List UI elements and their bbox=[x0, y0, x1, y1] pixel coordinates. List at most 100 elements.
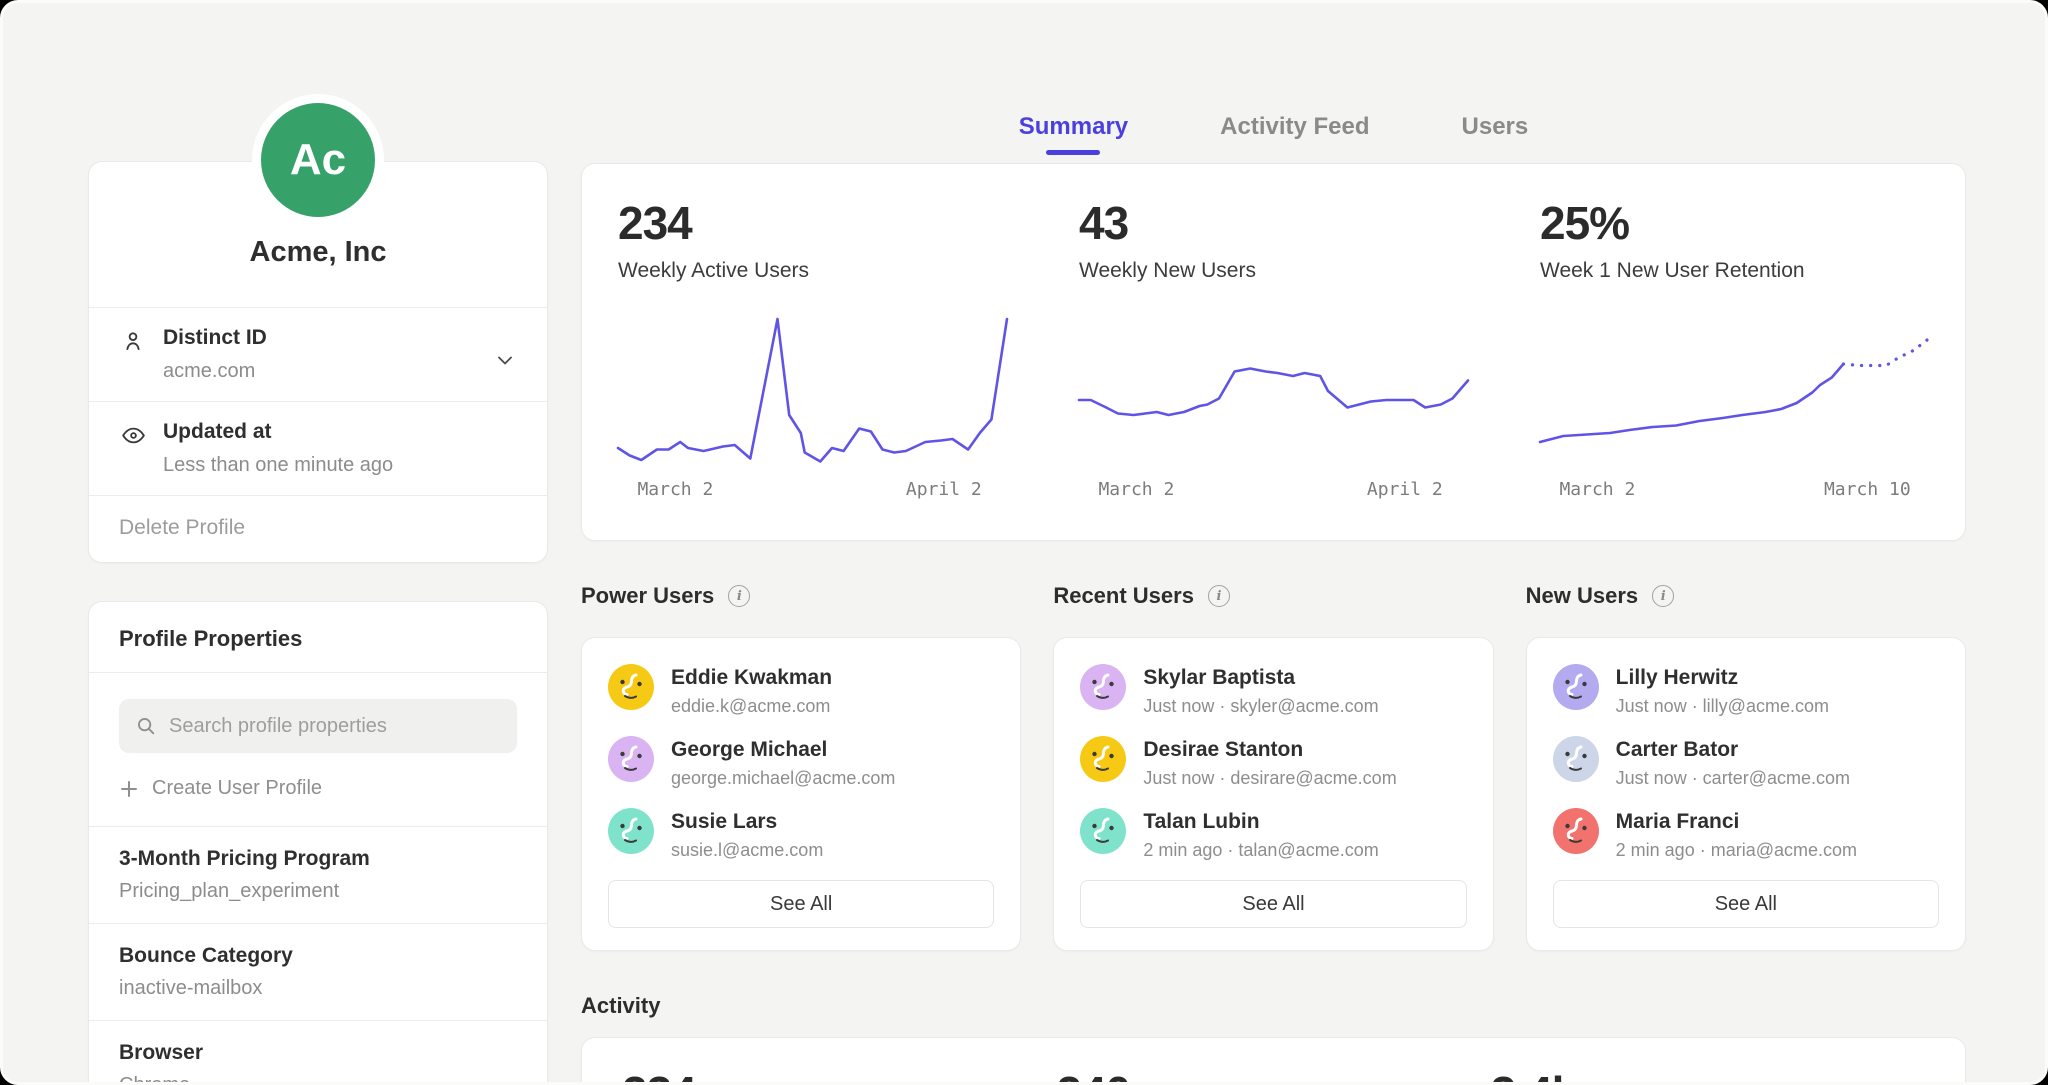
profile-properties-search[interactable] bbox=[119, 699, 517, 753]
tab-users-label: Users bbox=[1462, 113, 1529, 140]
profile-sidebar: Ac Acme, Inc Distinct ID acme.com bbox=[88, 161, 548, 1085]
section-title: Recent Users bbox=[1053, 583, 1194, 609]
activity-section-title: Activity bbox=[581, 993, 660, 1019]
activity-card: 234 240 3.4k bbox=[581, 1037, 1966, 1085]
x-tick-label: April 2 bbox=[1367, 479, 1443, 500]
user-name: George Michael bbox=[671, 736, 895, 762]
x-axis: March 2 April 2 bbox=[618, 479, 1007, 505]
see-all-button[interactable]: See All bbox=[1080, 880, 1466, 928]
active-tab-underline bbox=[1046, 150, 1100, 155]
user-avatar bbox=[608, 808, 654, 854]
profile-properties-title: Profile Properties bbox=[89, 602, 547, 673]
tab-activity-feed[interactable]: Activity Feed bbox=[1220, 113, 1369, 155]
recent-users-card: Skylar Baptista Just now · skyler@acme.c… bbox=[1053, 637, 1493, 951]
property-value: inactive-mailbox bbox=[119, 977, 517, 1000]
stat-week1-retention: 25% Week 1 New User Retention March 2Mar… bbox=[1504, 196, 1965, 540]
user-list-item[interactable]: Carter Bator Just now · carter@acme.com bbox=[1553, 736, 1939, 789]
user-list-item[interactable]: Talan Lubin 2 min ago · talan@acme.com bbox=[1080, 808, 1466, 861]
user-section-headers: Power Users i Recent Users i New Users i bbox=[581, 583, 1966, 609]
user-subtext: Just now · skyler@acme.com bbox=[1143, 696, 1378, 717]
activity-stat-value: 3.4k bbox=[1491, 1066, 1925, 1085]
user-list-item[interactable]: Lilly Herwitz Just now · lilly@acme.com bbox=[1553, 664, 1939, 717]
person-icon bbox=[119, 326, 147, 354]
user-subtext: eddie.k@acme.com bbox=[671, 696, 832, 717]
x-axis: March 2March 10 bbox=[1540, 479, 1929, 505]
see-all-button[interactable]: See All bbox=[1553, 880, 1939, 928]
tab-users[interactable]: Users bbox=[1462, 113, 1529, 155]
user-avatar bbox=[1553, 736, 1599, 782]
x-tick-label: March 2 bbox=[1098, 479, 1174, 500]
x-tick-label: April 2 bbox=[906, 479, 982, 500]
see-all-button[interactable]: See All bbox=[608, 880, 994, 928]
distinct-id-row[interactable]: Distinct ID acme.com bbox=[89, 307, 547, 401]
activity-stat-value: 240 bbox=[1056, 1066, 1490, 1085]
user-cards-row: Eddie Kwakman eddie.k@acme.com George Mi… bbox=[581, 637, 1966, 951]
recent-users-header: Recent Users i bbox=[1053, 583, 1493, 609]
user-list-item[interactable]: Skylar Baptista Just now · skyler@acme.c… bbox=[1080, 664, 1466, 717]
property-list: 3-Month Pricing Program Pricing_plan_exp… bbox=[89, 826, 547, 1085]
tab-summary[interactable]: Summary bbox=[1019, 113, 1128, 155]
distinct-id-label: Distinct ID bbox=[163, 326, 477, 350]
user-name: Talan Lubin bbox=[1143, 808, 1378, 834]
sparkline-chart bbox=[1540, 313, 1929, 463]
user-subtext: 2 min ago · maria@acme.com bbox=[1616, 840, 1857, 861]
info-icon[interactable]: i bbox=[1208, 585, 1230, 607]
property-value: Chrome bbox=[119, 1074, 517, 1085]
user-list-item[interactable]: Susie Lars susie.l@acme.com bbox=[608, 808, 994, 861]
user-avatar bbox=[1553, 808, 1599, 854]
user-name: Susie Lars bbox=[671, 808, 823, 834]
user-avatar bbox=[1080, 808, 1126, 854]
avatar-ring: Ac bbox=[252, 94, 384, 226]
property-name: Bounce Category bbox=[119, 944, 517, 968]
stat-label: Weekly Active Users bbox=[618, 259, 1007, 283]
tab-activity-feed-label: Activity Feed bbox=[1220, 113, 1369, 140]
stat-weekly-new-users: 43 Weekly New Users March 2April 2 bbox=[1043, 196, 1504, 540]
user-subtext: george.michael@acme.com bbox=[671, 768, 895, 789]
user-list-item[interactable]: Desirae Stanton Just now · desirare@acme… bbox=[1080, 736, 1466, 789]
updated-at-row: Updated at Less than one minute ago bbox=[89, 401, 547, 495]
user-list-item[interactable]: Eddie Kwakman eddie.k@acme.com bbox=[608, 664, 994, 717]
create-user-profile-label: Create User Profile bbox=[152, 777, 322, 800]
user-name: Maria Franci bbox=[1616, 808, 1857, 834]
property-name: 3-Month Pricing Program bbox=[119, 847, 517, 871]
stat-label: Weekly New Users bbox=[1079, 259, 1468, 283]
user-subtext: Just now · carter@acme.com bbox=[1616, 768, 1850, 789]
info-icon[interactable]: i bbox=[728, 585, 750, 607]
user-avatar bbox=[608, 664, 654, 710]
search-input[interactable] bbox=[169, 715, 501, 738]
section-title: Power Users bbox=[581, 583, 714, 609]
stat-value: 234 bbox=[618, 196, 1007, 250]
property-value: Pricing_plan_experiment bbox=[119, 880, 517, 903]
user-list-item[interactable]: George Michael george.michael@acme.com bbox=[608, 736, 994, 789]
user-name: Lilly Herwitz bbox=[1616, 664, 1829, 690]
new-users-header: New Users i bbox=[1526, 583, 1966, 609]
x-axis: March 2 April 2 bbox=[1079, 479, 1468, 505]
summary-stats-card: 234 Weekly Active Users March 2April 2 4… bbox=[581, 163, 1966, 541]
info-icon[interactable]: i bbox=[1652, 585, 1674, 607]
create-user-profile-button[interactable]: Create User Profile bbox=[119, 777, 322, 800]
user-subtext: Just now · desirare@acme.com bbox=[1143, 768, 1396, 789]
stat-label: Week 1 New User Retention bbox=[1540, 259, 1929, 283]
updated-at-value: Less than one minute ago bbox=[163, 454, 517, 477]
section-title: New Users bbox=[1526, 583, 1639, 609]
property-name: Browser bbox=[119, 1041, 517, 1065]
search-icon bbox=[135, 715, 157, 737]
user-subtext: susie.l@acme.com bbox=[671, 840, 823, 861]
user-subtext: Just now · lilly@acme.com bbox=[1616, 696, 1829, 717]
user-list-item[interactable]: Maria Franci 2 min ago · maria@acme.com bbox=[1553, 808, 1939, 861]
chevron-down-icon[interactable] bbox=[493, 348, 517, 377]
x-tick-label: March 2 bbox=[1559, 479, 1635, 500]
x-tick-label: March 2 bbox=[637, 479, 713, 500]
user-name: Carter Bator bbox=[1616, 736, 1850, 762]
plus-icon bbox=[119, 779, 139, 799]
activity-stat-value: 234 bbox=[622, 1066, 1056, 1085]
distinct-id-value: acme.com bbox=[163, 360, 477, 383]
property-row: Bounce Category inactive-mailbox bbox=[89, 924, 547, 1021]
user-name: Eddie Kwakman bbox=[671, 664, 832, 690]
power-users-header: Power Users i bbox=[581, 583, 1021, 609]
property-row: 3-Month Pricing Program Pricing_plan_exp… bbox=[89, 827, 547, 924]
user-avatar bbox=[608, 736, 654, 782]
property-row: Browser Chrome bbox=[89, 1021, 547, 1085]
delete-profile-button[interactable]: Delete Profile bbox=[89, 495, 547, 562]
power-users-card: Eddie Kwakman eddie.k@acme.com George Mi… bbox=[581, 637, 1021, 951]
